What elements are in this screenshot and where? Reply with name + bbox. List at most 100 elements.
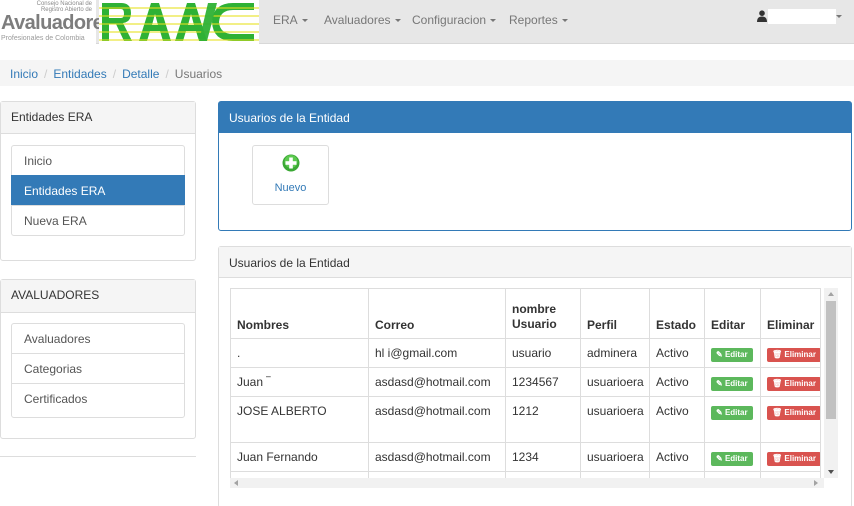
nav-reportes[interactable]: Reportes: [509, 13, 568, 27]
caret-down-icon: [561, 19, 568, 23]
sidebar-entidades-list: Inicio Entidades ERA Nueva ERA: [11, 145, 185, 236]
cell-correo: asdasd@hotmail.com: [368, 367, 506, 397]
brand-line-3: Profesionales de Colombia: [1, 35, 85, 42]
breadcrumb-separator: /: [112, 67, 117, 81]
new-user-panel-title: Usuarios de la Entidad: [219, 102, 851, 133]
edit-label: Editar: [724, 350, 748, 359]
caret-down-icon: [394, 19, 401, 23]
sidebar-avaluadores-list: Avaluadores Categorias Certificados: [11, 323, 185, 418]
brand-name: Avaluadores: [1, 12, 114, 34]
horizontal-scrollbar[interactable]: [230, 478, 824, 488]
caret-down-icon[interactable]: [836, 15, 842, 18]
sidebar-entidades-title: Entidades ERA: [1, 102, 195, 134]
edit-button[interactable]: ✎ Editar: [711, 348, 753, 362]
sidebar-divider: [0, 456, 196, 457]
delete-button[interactable]: 🗑 Eliminar: [767, 452, 820, 466]
users-table-scroll[interactable]: Nombres Correo nombre Usuario Perfil Est…: [230, 288, 838, 488]
delete-button[interactable]: 🗑 Eliminar: [767, 348, 820, 362]
nav-era[interactable]: ERA: [273, 13, 308, 27]
col-perfil: Perfil: [580, 288, 650, 339]
nav-configuracion[interactable]: Configuracion: [412, 13, 497, 27]
cell-estado: Activo: [649, 338, 705, 368]
users-panel-title: Usuarios de la Entidad: [219, 247, 851, 278]
new-user-button[interactable]: Nuevo: [252, 145, 329, 205]
breadcrumb-inicio[interactable]: Inicio: [10, 67, 38, 81]
col-estado: Estado: [649, 288, 705, 339]
delete-button[interactable]: 🗑 Eliminar: [767, 377, 820, 391]
scroll-left-arrow-icon[interactable]: [234, 480, 238, 486]
pencil-icon: ✎: [716, 379, 725, 388]
edit-label: Editar: [724, 408, 748, 417]
cell-editar: ✎ Editar: [704, 396, 761, 443]
delete-button[interactable]: 🗑 Eliminar: [767, 406, 820, 420]
table-row: . hl i@gmail.com usuario adminera Activo…: [230, 338, 821, 368]
nav-era-label: ERA: [273, 13, 298, 27]
cell-perfil: adminera: [580, 338, 650, 368]
cell-usuario: 1234: [505, 442, 581, 472]
cell-perfil: usuarioera: [580, 396, 650, 443]
breadcrumb-entidades[interactable]: Entidades: [53, 67, 106, 81]
edit-button[interactable]: ✎ Editar: [711, 377, 753, 391]
sidebar-item-certificados[interactable]: Certificados: [11, 383, 185, 418]
cell-eliminar: 🗑 Eliminar: [760, 338, 821, 368]
nav-avaluadores[interactable]: Avaluadores: [324, 13, 401, 27]
new-user-label: Nuevo: [274, 182, 307, 194]
vertical-scroll-thumb[interactable]: [826, 301, 836, 419]
cell-editar: ✎ Editar: [704, 367, 761, 397]
vertical-scrollbar[interactable]: [824, 288, 838, 478]
caret-down-icon: [301, 19, 308, 23]
cell-correo: asdasd@hotmail.com: [368, 442, 506, 472]
delete-label: Eliminar: [784, 454, 816, 463]
table-row: JOSE ALBERTO asdasd@hotmail.com 1212 usu…: [230, 396, 821, 443]
sidebar-item-avaluadores[interactable]: Avaluadores: [11, 323, 185, 354]
sidebar-item-inicio[interactable]: Inicio: [11, 145, 185, 176]
col-correo: Correo: [368, 288, 506, 339]
scroll-right-arrow-icon[interactable]: [814, 480, 818, 486]
user-icon: [757, 10, 767, 22]
users-panel: Usuarios de la Entidad Nombres Correo no…: [218, 246, 852, 506]
cell-editar: ✎ Editar: [704, 338, 761, 368]
delete-label: Eliminar: [784, 379, 816, 388]
breadcrumb-current: Usuarios: [174, 67, 223, 81]
col-editar: Editar: [704, 288, 761, 339]
cell-nombres: Juan ‾: [230, 367, 369, 397]
cell-usuario: 1212: [505, 396, 581, 443]
sidebar-item-categorias[interactable]: Categorias: [11, 353, 185, 384]
user-menu[interactable]: [768, 9, 836, 24]
trash-icon: 🗑: [772, 454, 785, 463]
breadcrumb-separator: /: [165, 67, 169, 81]
top-navbar: Consejo Nacional de Registro Abierto de …: [0, 0, 854, 44]
sidebar-avaluadores-panel: AVALUADORES Avaluadores Categorias Certi…: [0, 279, 196, 439]
col-nombres: Nombres: [230, 288, 369, 339]
cell-eliminar: 🗑 Eliminar: [760, 442, 821, 472]
sidebar-item-nueva-era[interactable]: Nueva ERA: [11, 205, 185, 236]
cell-eliminar: 🗑 Eliminar: [760, 367, 821, 397]
cell-usuario: 1234567: [505, 367, 581, 397]
delete-label: Eliminar: [784, 350, 816, 359]
raapc-logo-graphic: [99, 0, 259, 44]
cell-perfil: usuarioera: [580, 367, 650, 397]
table-header-row: Nombres Correo nombre Usuario Perfil Est…: [230, 288, 821, 339]
trash-icon: 🗑: [772, 350, 785, 359]
brand-logo[interactable]: Consejo Nacional de Registro Abierto de …: [0, 0, 114, 44]
scroll-down-arrow-icon[interactable]: [828, 470, 834, 474]
trash-icon: 🗑: [772, 408, 785, 417]
scroll-up-arrow-icon[interactable]: [828, 292, 834, 296]
col-nombre-usuario: nombre Usuario: [505, 288, 581, 339]
breadcrumb-detalle[interactable]: Detalle: [122, 67, 159, 81]
raapc-logo: [99, 0, 259, 44]
edit-button[interactable]: ✎ Editar: [711, 452, 753, 466]
sidebar-item-entidades-era[interactable]: Entidades ERA: [11, 175, 185, 206]
breadcrumb: Inicio / Entidades / Detalle / Usuarios: [0, 60, 854, 86]
table-row: Juan ‾ asdasd@hotmail.com 1234567 usuari…: [230, 367, 821, 397]
nav-configuracion-label: Configuracion: [412, 13, 487, 27]
breadcrumb-separator: /: [44, 67, 48, 81]
cell-correo: asdasd@hotmail.com: [368, 396, 506, 443]
cell-nombres: .: [230, 338, 369, 368]
cell-perfil: usuarioera: [580, 442, 650, 472]
cell-estado: Activo: [649, 442, 705, 472]
pencil-icon: ✎: [716, 454, 725, 463]
edit-button[interactable]: ✎ Editar: [711, 406, 753, 420]
users-table: Nombres Correo nombre Usuario Perfil Est…: [230, 288, 821, 488]
cell-editar: ✎ Editar: [704, 442, 761, 472]
